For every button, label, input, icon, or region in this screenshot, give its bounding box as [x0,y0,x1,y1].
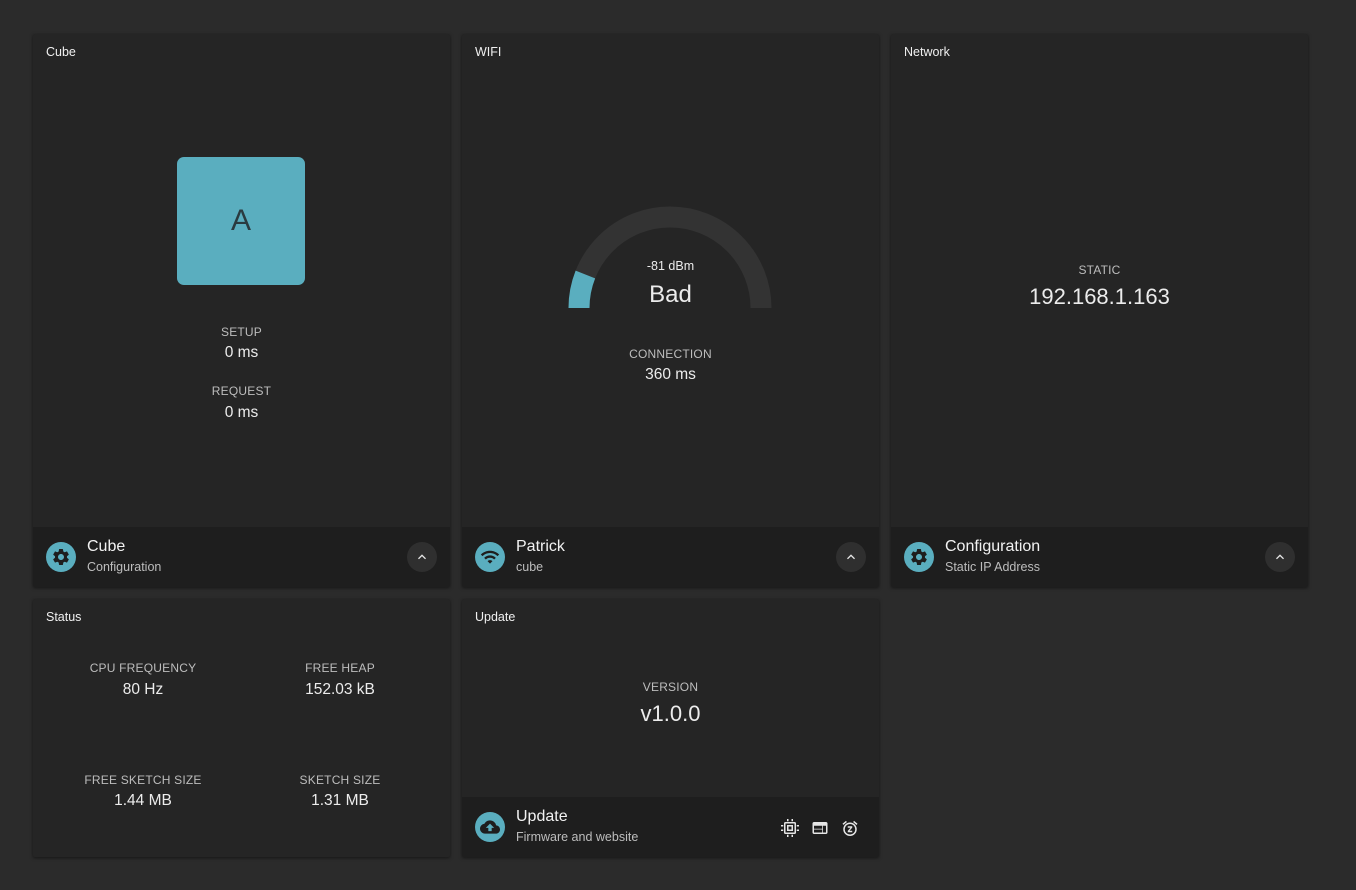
update-footer-subtitle: Firmware and website [516,830,639,844]
wifi-icon [475,542,505,572]
status-card: Status CPU FREQUENCY 80 Hz FREE HEAP 152… [33,599,450,857]
sleep-alarm-icon[interactable] [841,819,859,837]
gear-icon [904,542,934,572]
wifi-card-footer: Patrick cube [462,527,879,587]
ip-address: 192.168.1.163 [1029,284,1170,309]
chevron-up-icon [847,554,855,560]
connection-label: CONNECTION [629,347,712,361]
version-label: VERSION [642,680,699,694]
network-card: Network STATIC 192.168.1.163 Configurati… [891,34,1308,587]
cpu-frequency-label: CPU FREQUENCY [89,661,197,675]
cube-card-title: Cube [46,45,76,59]
wifi-expand-button[interactable] [836,542,866,572]
wifi-footer-subtitle: cube [516,560,544,574]
wifi-card: WIFI -81 dBm Bad CONNECTION 360 ms Patri… [462,34,879,587]
chip-icon[interactable] [781,819,799,837]
signal-quality: Bad [649,281,692,308]
cloud-upload-icon [475,812,505,842]
update-footer-title: Update [516,808,568,825]
chevron-up-icon [418,554,426,560]
cube-card-footer: Cube Configuration [33,527,450,587]
cube-footer-subtitle: Configuration [87,560,162,574]
free-heap-label: FREE HEAP [305,661,375,675]
network-card-footer: Configuration Static IP Address [891,527,1308,587]
wifi-card-title: WIFI [475,45,502,59]
network-footer-subtitle: Static IP Address [945,560,1040,574]
request-value: 0 ms [224,404,259,421]
request-label: REQUEST [211,384,272,398]
wifi-footer-title: Patrick [516,538,565,555]
setup-value: 0 ms [224,344,259,361]
network-footer-title: Configuration [945,538,1041,555]
network-card-title: Network [904,45,950,59]
cube-display[interactable]: A [177,157,305,285]
status-card-title: Status [46,610,82,624]
version-value: v1.0.0 [640,701,701,726]
web-icon[interactable] [811,819,829,837]
cube-card: Cube A SETUP 0 ms REQUEST 0 ms Cube Conf… [33,34,450,587]
ip-mode-label: STATIC [1078,263,1121,277]
cube-letter: A [230,204,251,237]
update-card-footer: Update Firmware and website [462,797,879,857]
gear-icon [46,542,76,572]
sketch-size-value: 1.31 MB [311,792,369,809]
cube-footer-title: Cube [87,538,126,555]
update-card-title: Update [475,610,516,624]
free-sketch-size-value: 1.44 MB [114,792,172,809]
free-sketch-size-label: FREE SKETCH SIZE [84,773,202,787]
setup-label: SETUP [220,325,262,339]
network-expand-button[interactable] [1265,542,1295,572]
chevron-up-icon [1276,554,1284,560]
connection-value: 360 ms [645,366,696,383]
cube-expand-button[interactable] [407,542,437,572]
signal-strength: -81 dBm [646,259,695,273]
sketch-size-label: SKETCH SIZE [299,773,381,787]
update-card: Update VERSION v1.0.0 Update Firmware an… [462,599,879,857]
cpu-frequency-value: 80 Hz [122,681,164,698]
free-heap-value: 152.03 kB [305,681,375,698]
